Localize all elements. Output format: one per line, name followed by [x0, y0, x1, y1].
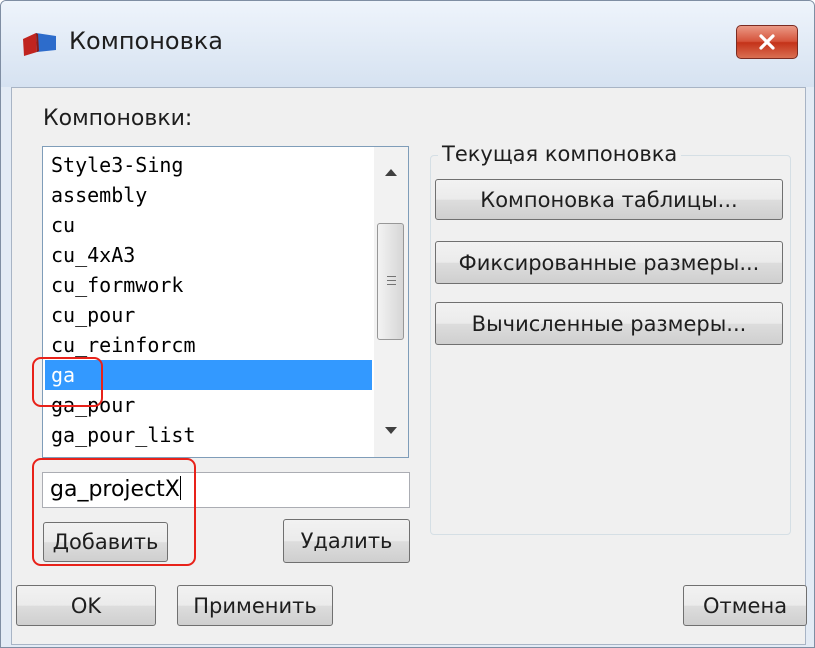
scroll-thumb[interactable] [377, 223, 404, 340]
layouts-listbox[interactable]: Style3-Sing assembly cu cu_4xA3 cu_formw… [42, 146, 409, 458]
highlight-selected-item [32, 357, 103, 407]
highlight-add-section [32, 458, 196, 566]
apply-button[interactable]: Применить [177, 585, 333, 626]
list-item[interactable]: cu_formwork [45, 270, 372, 300]
ok-button[interactable]: OK [16, 585, 156, 626]
grip-line [387, 280, 396, 281]
layout-dialog: Компоновка Компоновки: Style3-Sing assem… [0, 0, 815, 648]
delete-button[interactable]: Удалить [283, 519, 410, 563]
list-item[interactable]: cu_pour [45, 300, 372, 330]
dialog-body: Компоновки: Style3-Sing assembly cu cu_4… [11, 87, 807, 645]
list-item[interactable]: assembly [45, 180, 372, 210]
grip-line [387, 276, 396, 277]
scroll-down-icon[interactable] [385, 427, 397, 434]
layouts-label: Компоновки: [43, 106, 193, 131]
current-layout-title: Текущая компоновка [438, 142, 682, 166]
scroll-up-icon[interactable] [385, 169, 397, 176]
list-item[interactable]: cu [45, 210, 372, 240]
list-scrollbar[interactable] [374, 147, 408, 457]
fixed-sizes-button[interactable]: Фиксированные размеры... [435, 241, 783, 284]
window-title: Компоновка [69, 27, 223, 55]
list-item[interactable]: ga_pour_list [45, 420, 372, 450]
list-item[interactable]: Style3-Sing [45, 150, 372, 180]
layout-app-icon [23, 33, 56, 56]
list-item[interactable]: cu_4xA3 [45, 240, 372, 270]
list-item[interactable]: cu_reinforcm [45, 330, 372, 360]
title-bar[interactable]: Компоновка [1, 1, 814, 87]
close-button[interactable] [736, 25, 798, 59]
calculated-sizes-button[interactable]: Вычисленные размеры... [435, 302, 783, 345]
grip-line [387, 284, 396, 285]
table-layout-button[interactable]: Компоновка таблицы... [435, 179, 783, 220]
cancel-button[interactable]: Отмена [683, 585, 807, 626]
close-x-icon [759, 34, 775, 50]
